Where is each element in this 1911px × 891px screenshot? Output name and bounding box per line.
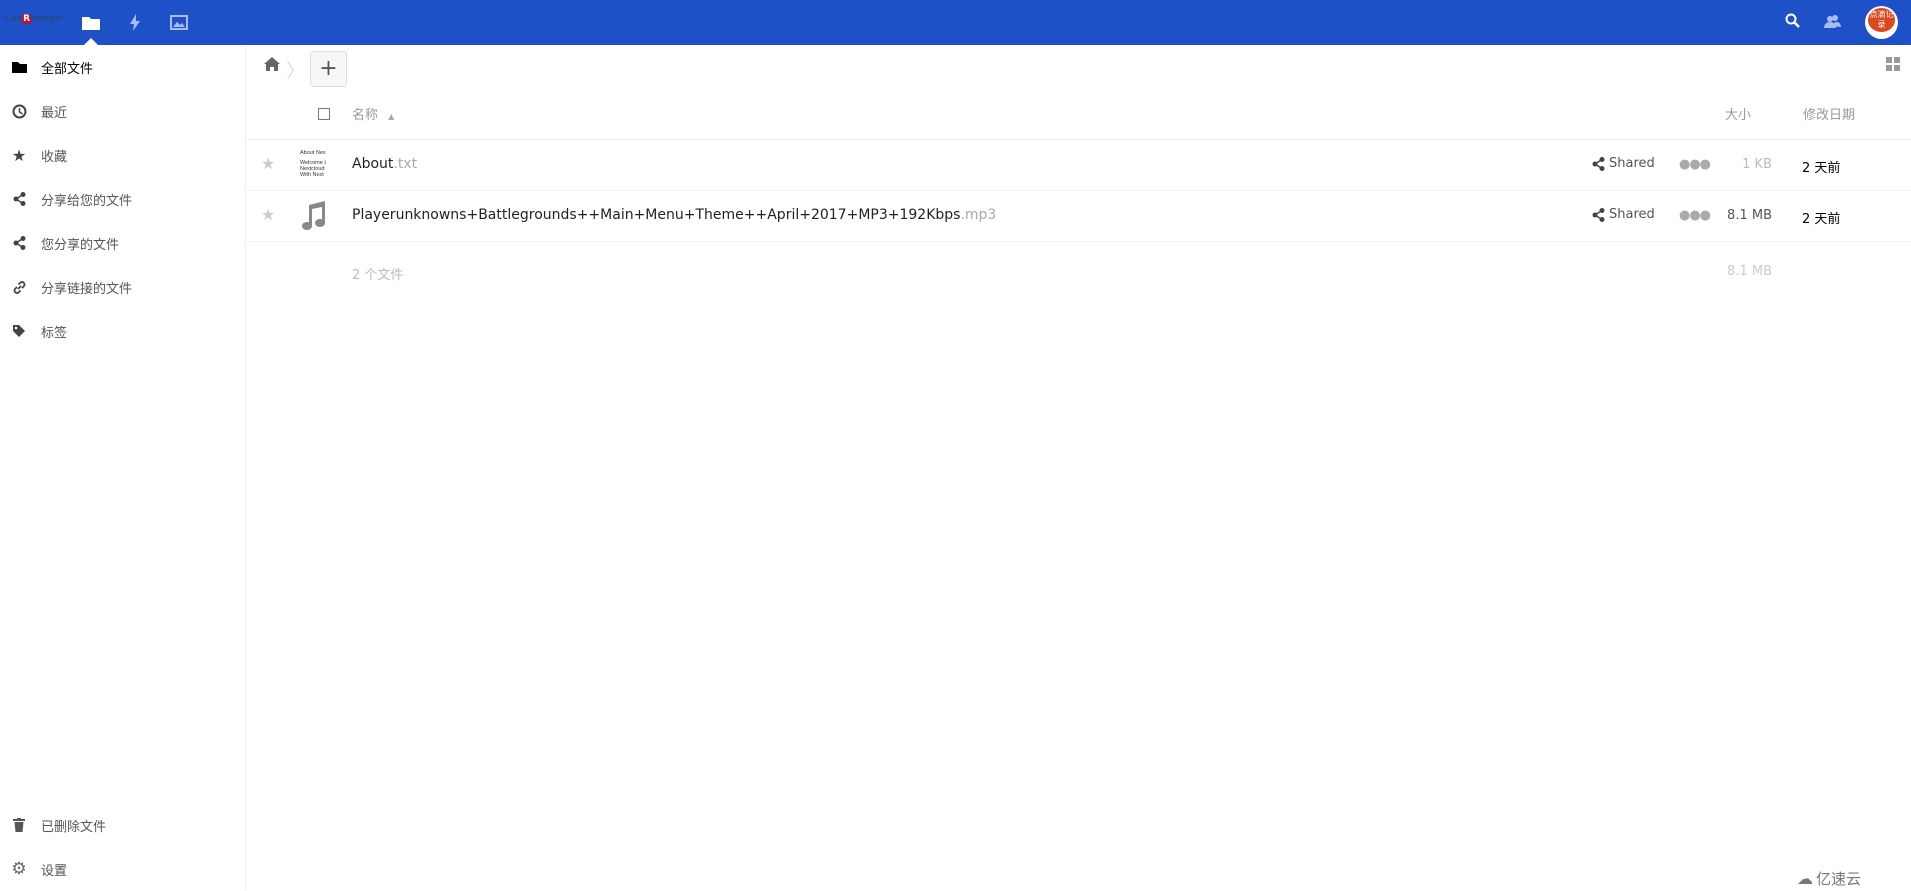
table-summary: 2 个文件 8.1 MB bbox=[247, 241, 1911, 301]
sidebar-item-settings[interactable]: ⚙ 设置 bbox=[0, 847, 245, 891]
sidebar-item-deleted-files[interactable]: 已删除文件 bbox=[0, 803, 245, 847]
table-row[interactable]: ★ About Nex Welcome t Nextcloud With Next A… bbox=[247, 139, 1911, 190]
file-name[interactable]: About.txt bbox=[352, 156, 417, 172]
watermark: ☁ 亿速云 bbox=[1797, 869, 1862, 888]
share-icon bbox=[10, 192, 28, 206]
link-icon bbox=[10, 280, 28, 295]
grid-view-icon[interactable] bbox=[1886, 57, 1900, 71]
share-button[interactable]: Shared bbox=[1592, 156, 1655, 171]
share-icon bbox=[1592, 207, 1605, 222]
favorite-star-icon[interactable]: ★ bbox=[261, 205, 275, 224]
column-header-size[interactable]: 大小 bbox=[1725, 104, 1751, 123]
folder-icon bbox=[10, 61, 28, 73]
sidebar-item-shared-with-you[interactable]: 分享给您的文件 bbox=[0, 177, 245, 221]
sidebar-item-all-files[interactable]: 全部文件 bbox=[0, 45, 245, 89]
sidebar-item-recent[interactable]: 最近 bbox=[0, 89, 245, 133]
file-name[interactable]: Playerunknowns+Battlegrounds++Main+Menu+… bbox=[352, 207, 996, 223]
share-button[interactable]: Shared bbox=[1592, 207, 1655, 222]
clock-icon bbox=[10, 104, 28, 119]
home-icon[interactable] bbox=[264, 57, 280, 75]
total-size: 8.1 MB bbox=[1727, 264, 1772, 279]
sort-ascending-icon: ▲ bbox=[388, 112, 395, 121]
file-size: 8.1 MB bbox=[1727, 208, 1772, 223]
favorite-star-icon[interactable]: ★ bbox=[261, 154, 275, 173]
sidebar-item-favorites[interactable]: ★ 收藏 bbox=[0, 133, 245, 177]
logo[interactable]: CooRatings* bbox=[4, 14, 65, 24]
file-size: 1 KB bbox=[1742, 157, 1772, 172]
file-thumbnail: About Nex Welcome t Nextcloud With Next bbox=[300, 150, 326, 178]
more-actions-icon[interactable]: ●●● bbox=[1679, 157, 1711, 172]
add-button[interactable]: + bbox=[310, 51, 347, 87]
tag-icon bbox=[10, 324, 28, 338]
share-icon bbox=[10, 236, 28, 250]
table-row[interactable]: ★ Playerunknowns+Battlegrounds++Main+Men… bbox=[247, 190, 1911, 241]
activity-icon[interactable] bbox=[124, 12, 146, 32]
audio-file-icon bbox=[302, 201, 326, 235]
sidebar: 全部文件 最近 ★ 收藏 分享给您的文件 您分享的文件 分享链接的文件 标签 已删… bbox=[0, 45, 246, 890]
star-icon: ★ bbox=[11, 145, 27, 165]
select-all-checkbox[interactable] bbox=[318, 108, 330, 120]
sidebar-item-shared-by-link[interactable]: 分享链接的文件 bbox=[0, 265, 245, 309]
top-header: CooRatings* 点滴记录 bbox=[0, 0, 1911, 45]
more-actions-icon[interactable]: ●●● bbox=[1679, 208, 1711, 223]
share-icon bbox=[1592, 156, 1605, 171]
active-app-indicator bbox=[84, 38, 98, 45]
cloud-logo-icon: ☁ bbox=[1797, 869, 1813, 888]
files-icon[interactable] bbox=[80, 12, 102, 32]
avatar[interactable]: 点滴记录 bbox=[1865, 6, 1898, 39]
file-modified: 2 天前 bbox=[1802, 212, 1841, 227]
column-header-name[interactable]: 名称 ▲ bbox=[352, 104, 394, 123]
column-header-modified[interactable]: 修改日期 bbox=[1803, 104, 1855, 123]
sidebar-item-tags[interactable]: 标签 bbox=[0, 309, 245, 353]
gallery-icon[interactable] bbox=[168, 12, 190, 32]
gear-icon: ⚙ bbox=[11, 859, 27, 879]
search-icon[interactable] bbox=[1785, 13, 1801, 33]
file-count: 2 个文件 bbox=[352, 268, 404, 283]
file-modified: 2 天前 bbox=[1802, 161, 1841, 176]
breadcrumb-separator: 〉 bbox=[286, 59, 306, 83]
trash-icon bbox=[10, 818, 28, 832]
contacts-icon[interactable] bbox=[1824, 13, 1841, 33]
sidebar-item-shared-by-you[interactable]: 您分享的文件 bbox=[0, 221, 245, 265]
